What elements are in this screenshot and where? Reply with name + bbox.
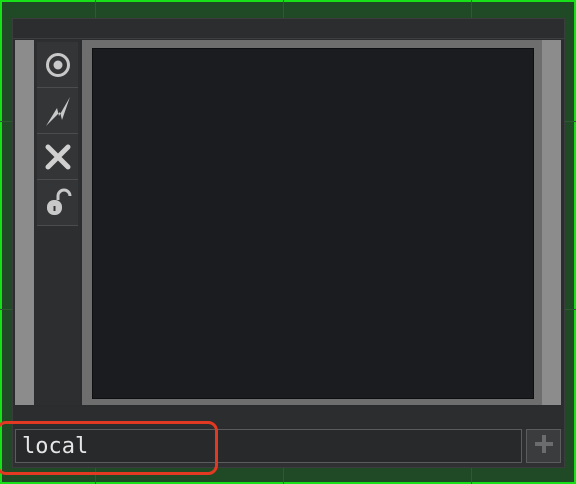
close-button[interactable] — [37, 134, 78, 180]
add-button[interactable] — [526, 429, 561, 463]
lightning-icon — [43, 94, 73, 128]
target-button[interactable] — [37, 42, 78, 88]
plus-icon — [533, 433, 555, 459]
left-border-strip — [15, 40, 34, 405]
close-icon — [45, 144, 71, 170]
right-border-strip — [542, 40, 561, 405]
unlock-button[interactable] — [37, 180, 78, 226]
viewer-frame — [82, 40, 542, 405]
viewer-toolbar — [35, 40, 80, 405]
lightning-button[interactable] — [37, 88, 78, 134]
panel-title-bar — [13, 19, 564, 39]
panel-footer: local — [13, 429, 564, 467]
operator-panel: local — [12, 18, 565, 468]
target-icon — [45, 52, 71, 78]
unlock-icon — [44, 188, 72, 218]
panel-bottom-bar — [13, 407, 564, 427]
viewer-canvas[interactable] — [92, 48, 534, 399]
name-field[interactable]: local — [15, 429, 522, 463]
